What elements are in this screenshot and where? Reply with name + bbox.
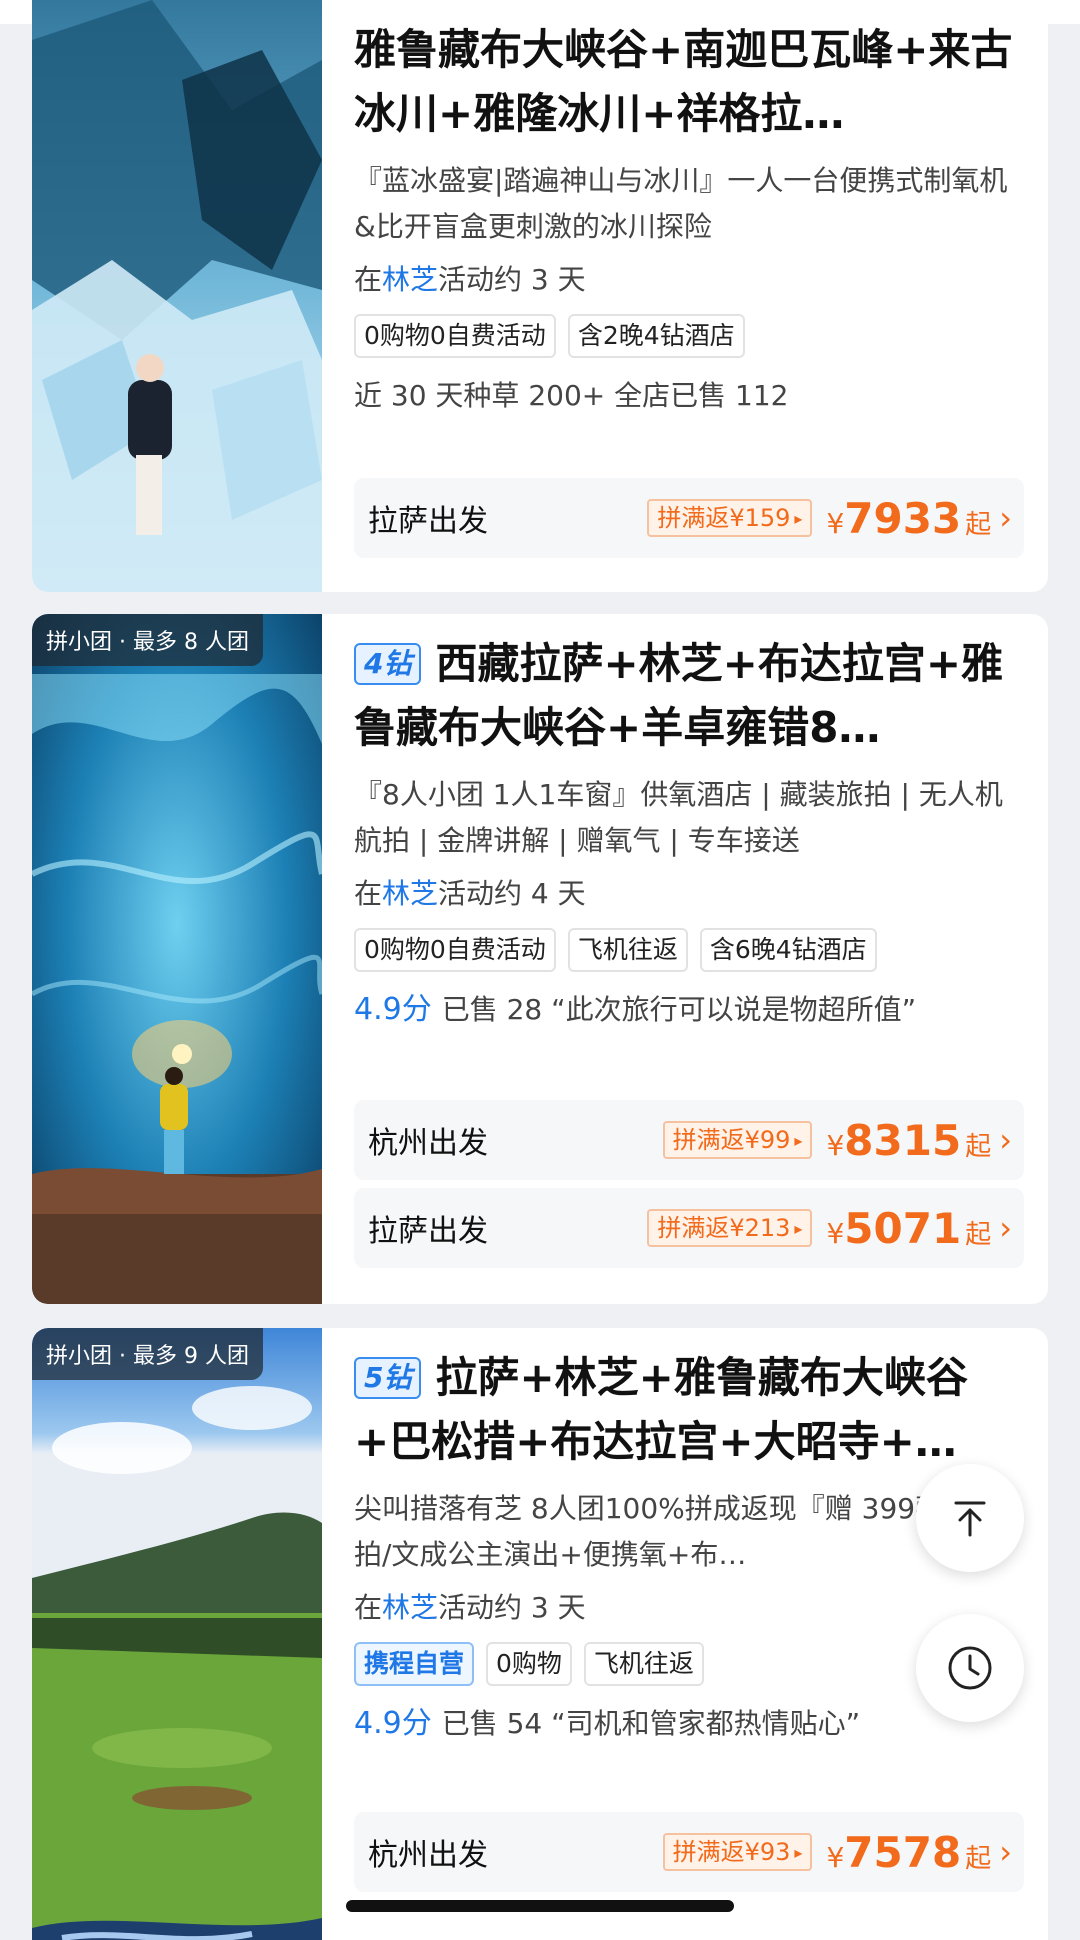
chevron-right-icon[interactable]: › [999, 1209, 1012, 1247]
price: ¥5071 起 [826, 1203, 992, 1253]
group-refund-coupon[interactable]: 拼满返¥93 ▸ [662, 1833, 813, 1871]
product-card-3[interactable]: 拼小团 · 最多 9 人团 5钻 拉萨+林芝+雅鲁藏布大峡谷+巴松措+布达拉宫+大… [32, 1328, 1048, 1940]
back-to-top-button[interactable] [916, 1464, 1024, 1572]
group-refund-coupon[interactable]: 拼满返¥159 ▸ [647, 499, 813, 537]
rating-and-review: 4.9分 已售 28 “此次旅行可以说是物超所值” [354, 992, 917, 1027]
triangle-icon: ▸ [794, 1219, 803, 1238]
triangle-icon: ▸ [794, 1131, 803, 1150]
city-link[interactable]: 林芝 [382, 263, 438, 296]
product-description: 『蓝冰盛宴|踏遍神山与冰川』一人一台便携式制氧机&比开盲盒更刺激的冰川探险 [354, 164, 1008, 243]
chevron-right-icon[interactable]: › [999, 499, 1012, 537]
triangle-icon: ▸ [794, 1843, 803, 1862]
product-title[interactable]: 雅鲁藏布大峡谷+南迦巴瓦峰+来古冰川+雅隆冰川+祥格拉… [354, 18, 1024, 146]
rating-score: 4.9分 [354, 1706, 432, 1741]
product-image-grassland-mountain[interactable]: 拼小团 · 最多 9 人团 [32, 1328, 322, 1940]
price: ¥7933 起 [826, 493, 992, 543]
departure-row-hangzhou[interactable]: 杭州出发 拼满返¥93 ▸ ¥7578 起 › [354, 1812, 1024, 1892]
activity-location: 在林芝活动约 3 天 [354, 263, 586, 296]
departure-city: 杭州出发 [368, 1838, 488, 1873]
departure-row-hangzhou[interactable]: 杭州出发 拼满返¥99 ▸ ¥8315 起 › [354, 1100, 1024, 1180]
triangle-icon: ▸ [794, 509, 803, 528]
city-link[interactable]: 林芝 [382, 877, 438, 910]
tag-hotel: 含6晚4钻酒店 [699, 928, 877, 972]
group-refund-coupon[interactable]: 拼满返¥213 ▸ [647, 1209, 813, 1247]
departure-row-lhasa[interactable]: 拉萨出发 拼满返¥159 ▸ ¥7933 起 › [354, 478, 1024, 558]
sales-info: 近 30 天种草 200+ 全店已售 112 [354, 379, 789, 412]
departure-row-lhasa[interactable]: 拉萨出发 拼满返¥213 ▸ ¥5071 起 › [354, 1188, 1024, 1268]
product-title[interactable]: 4钻 西藏拉萨+林芝+布达拉宫+雅鲁藏布大峡谷+羊卓雍错8… [354, 632, 1024, 760]
tag-hotel: 含2晚4钻酒店 [567, 314, 745, 358]
activity-location: 在林芝活动约 4 天 [354, 877, 586, 910]
tag-no-shopping: 0购物0自费活动 [354, 928, 556, 972]
chevron-right-icon[interactable]: › [999, 1121, 1012, 1159]
history-button[interactable] [916, 1614, 1024, 1722]
rating-and-review: 4.9分 已售 54 “司机和管家都热情贴心” [354, 1706, 861, 1741]
small-group-badge: 拼小团 · 最多 9 人团 [32, 1328, 263, 1380]
city-link[interactable]: 林芝 [382, 1591, 438, 1624]
home-indicator[interactable] [346, 1900, 734, 1912]
tag-flight: 飞机往返 [583, 1642, 704, 1686]
price: ¥8315 起 [826, 1115, 992, 1165]
tag-no-shopping: 0购物0自费活动 [354, 314, 556, 358]
rating-score: 4.9分 [354, 992, 432, 1027]
departure-city: 拉萨出发 [368, 504, 488, 539]
price: ¥7578 起 [826, 1827, 992, 1877]
feature-tags: 0购物0自费活动 含2晚4钻酒店 [354, 314, 1024, 358]
product-card-2[interactable]: 拼小团 · 最多 8 人团 4钻 西藏拉萨+林芝+布达拉宫+雅鲁藏布大峡谷+羊卓雍… [32, 614, 1048, 1304]
activity-location: 在林芝活动约 3 天 [354, 1591, 586, 1624]
product-description: 『8人小团 1人1车窗』供氧酒店 | 藏装旅拍 | 无人机航拍 | 金牌讲解 |… [354, 778, 1003, 857]
arrow-up-icon [954, 1501, 986, 1537]
product-title[interactable]: 5钻 拉萨+林芝+雅鲁藏布大峡谷+巴松措+布达拉宫+大昭寺+… [354, 1346, 1024, 1474]
product-image-glacier-ice-cave[interactable] [32, 0, 322, 592]
clock-icon [948, 1646, 992, 1690]
diamond-rating-badge: 5钻 [354, 1356, 422, 1399]
product-card-1[interactable]: 雅鲁藏布大峡谷+南迦巴瓦峰+来古冰川+雅隆冰川+祥格拉… 『蓝冰盛宴|踏遍神山与… [32, 0, 1048, 592]
diamond-rating-badge: 4钻 [354, 642, 422, 685]
departure-city: 拉萨出发 [368, 1214, 488, 1249]
departure-city: 杭州出发 [368, 1126, 488, 1161]
tag-no-shopping: 0购物 [486, 1642, 572, 1686]
chevron-right-icon[interactable]: › [999, 1833, 1012, 1871]
feature-tags: 0购物0自费活动 飞机往返 含6晚4钻酒店 [354, 928, 1024, 972]
small-group-badge: 拼小团 · 最多 8 人团 [32, 614, 263, 666]
tag-flight: 飞机往返 [567, 928, 688, 972]
product-image-blue-ice-cave[interactable]: 拼小团 · 最多 8 人团 [32, 614, 322, 1304]
tag-ctrip-self-operated: 携程自营 [354, 1642, 475, 1686]
group-refund-coupon[interactable]: 拼满返¥99 ▸ [662, 1121, 813, 1159]
